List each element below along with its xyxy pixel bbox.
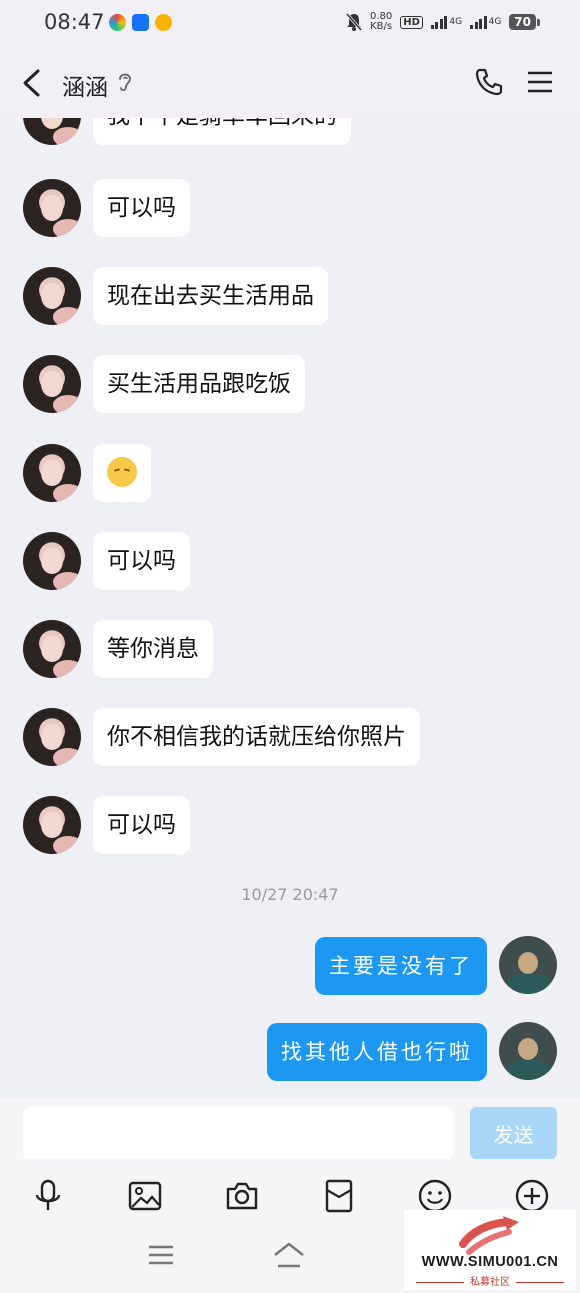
net-speed: 0.80 KB/s	[370, 12, 392, 32]
pensive-face-emoji	[107, 456, 137, 487]
mute-bell-icon	[345, 13, 362, 31]
watermark: WWW.SIMU001.CN 私募社区	[404, 1210, 576, 1290]
battery-indicator: 70	[509, 14, 540, 30]
contact-avatar[interactable]	[23, 708, 81, 766]
message-bubble[interactable]: 可以吗	[93, 179, 190, 237]
message-bubble[interactable]: 可以吗	[93, 796, 190, 854]
message-outgoing: 找其他人借也行啦	[0, 1022, 580, 1082]
ear-icon[interactable]	[117, 70, 133, 94]
contact-avatar[interactable]	[23, 179, 81, 237]
message-incoming	[0, 444, 580, 504]
contact-avatar[interactable]	[23, 796, 81, 854]
microphone-icon[interactable]	[30, 1178, 66, 1214]
signal-label-2: 4G	[488, 17, 502, 27]
camera-icon[interactable]	[224, 1178, 260, 1214]
contact-avatar[interactable]	[23, 444, 81, 502]
message-incoming: 可以吗	[0, 179, 580, 239]
message-bubble[interactable]: 现在出去买生活用品	[93, 267, 328, 325]
message-incoming: 你不相信我的话就压给你照片	[0, 708, 580, 768]
zhihu-app-icon	[132, 14, 149, 31]
message-incoming: 买生活用品跟吃饭	[0, 355, 580, 415]
message-input[interactable]	[23, 1107, 453, 1159]
message-incoming: 可以吗	[0, 532, 580, 592]
image-icon[interactable]	[127, 1178, 163, 1214]
plus-icon[interactable]	[514, 1178, 550, 1214]
colorwheel-app-icon	[109, 14, 126, 31]
signal-icon-2	[470, 15, 487, 29]
status-time: 08:47	[44, 10, 105, 34]
watermark-logo	[459, 1216, 519, 1255]
contact-avatar[interactable]	[23, 532, 81, 590]
chat-title[interactable]: 涵涵	[62, 68, 108, 102]
net-speed-unit: KB/s	[370, 21, 393, 32]
send-button[interactable]: 发送	[470, 1107, 557, 1159]
contact-avatar[interactable]	[23, 267, 81, 325]
notification-app-icons	[109, 14, 172, 31]
contact-avatar[interactable]	[23, 355, 81, 413]
watermark-subtitle: 私募社区	[404, 1273, 576, 1288]
chat-messages[interactable]: 我下午是骑单车回来的 可以吗 现在出去买生活用品 买生活用品跟吃饭 可以吗 等你…	[0, 118, 580, 1098]
baidu-app-icon	[155, 14, 172, 31]
red-envelope-icon[interactable]	[321, 1178, 357, 1214]
recent-apps-icon[interactable]	[148, 1243, 174, 1267]
message-bubble[interactable]: 找其他人借也行啦	[267, 1023, 487, 1081]
user-avatar[interactable]	[499, 1022, 557, 1080]
message-incoming: 等你消息	[0, 620, 580, 680]
user-avatar[interactable]	[499, 936, 557, 994]
watermark-url: WWW.SIMU001.CN	[421, 1254, 559, 1270]
message-incoming: 可以吗	[0, 796, 580, 856]
chat-header: 涵涵	[0, 46, 580, 118]
signal-label-1: 4G	[449, 17, 463, 27]
message-bubble[interactable]: 可以吗	[93, 532, 190, 590]
back-arrow-icon[interactable]	[20, 68, 44, 98]
contact-avatar[interactable]	[23, 620, 81, 678]
message-incoming: 现在出去买生活用品	[0, 267, 580, 327]
message-bubble[interactable]: 你不相信我的话就压给你照片	[93, 708, 420, 766]
message-bubble[interactable]: 买生活用品跟吃饭	[93, 355, 305, 413]
message-bubble[interactable]: 等你消息	[93, 620, 213, 678]
hd-badge: HD	[400, 15, 423, 29]
contact-avatar[interactable]	[23, 118, 81, 145]
status-bar: 08:47 0.80 KB/s HD 4G 4G 70	[0, 0, 580, 46]
message-outgoing: 主要是没有了	[0, 936, 580, 996]
message-timestamp: 10/27 20:47	[241, 885, 339, 904]
menu-icon[interactable]	[527, 70, 553, 94]
home-icon[interactable]	[272, 1241, 306, 1269]
message-bubble[interactable]: 主要是没有了	[315, 937, 487, 995]
emoji-icon[interactable]	[417, 1178, 453, 1214]
message-bubble[interactable]	[93, 444, 151, 502]
message-bubble[interactable]: 我下午是骑单车回来的	[93, 118, 351, 145]
message-incoming: 我下午是骑单车回来的	[0, 118, 580, 147]
phone-icon[interactable]	[474, 67, 504, 97]
signal-icon	[430, 15, 448, 29]
